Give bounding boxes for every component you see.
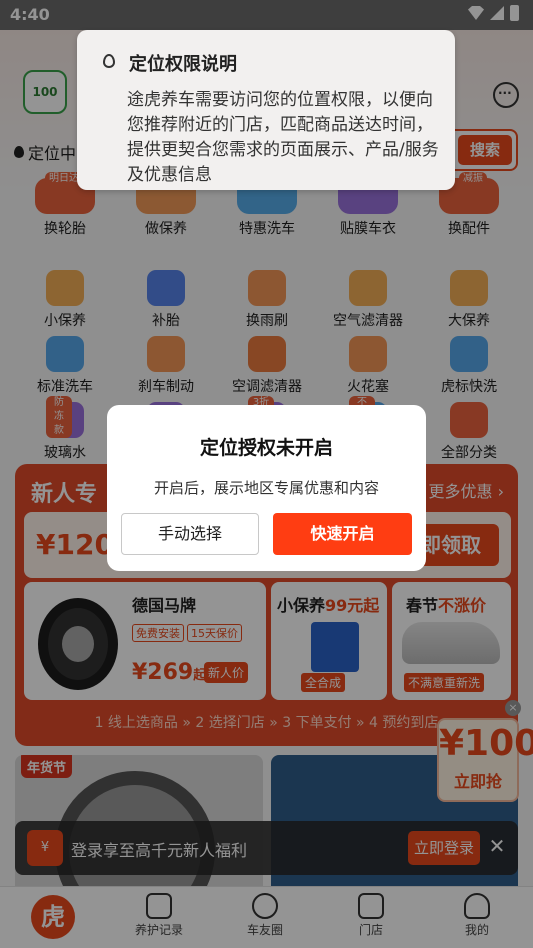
quick-enable-button[interactable]: 快速开启: [273, 513, 412, 555]
location-pin-icon: [103, 54, 115, 68]
dialog-title: 定位授权未开启: [199, 437, 333, 459]
dialog-message: 开启后，展示地区专属优惠和内容: [153, 479, 379, 497]
location-permission-explanation: 定位权限说明 途虎养车需要访问您的位置权限，以便向您推荐附近的门店，匹配商品送达…: [77, 30, 455, 190]
permission-title: 定位权限说明: [129, 54, 237, 75]
home-page: 4:40 100 定位中 搜索 明日达换轮胎做保养特惠洗车贴膜车衣减振换配件小保…: [0, 0, 533, 948]
location-auth-dialog: 定位授权未开启 开启后，展示地区专属优惠和内容 手动选择 快速开启: [107, 405, 426, 571]
manual-select-button[interactable]: 手动选择: [121, 513, 259, 555]
permission-body: 途虎养车需要访问您的位置权限，以便向您推荐附近的门店，匹配商品送达时间，提供更契…: [127, 90, 439, 185]
